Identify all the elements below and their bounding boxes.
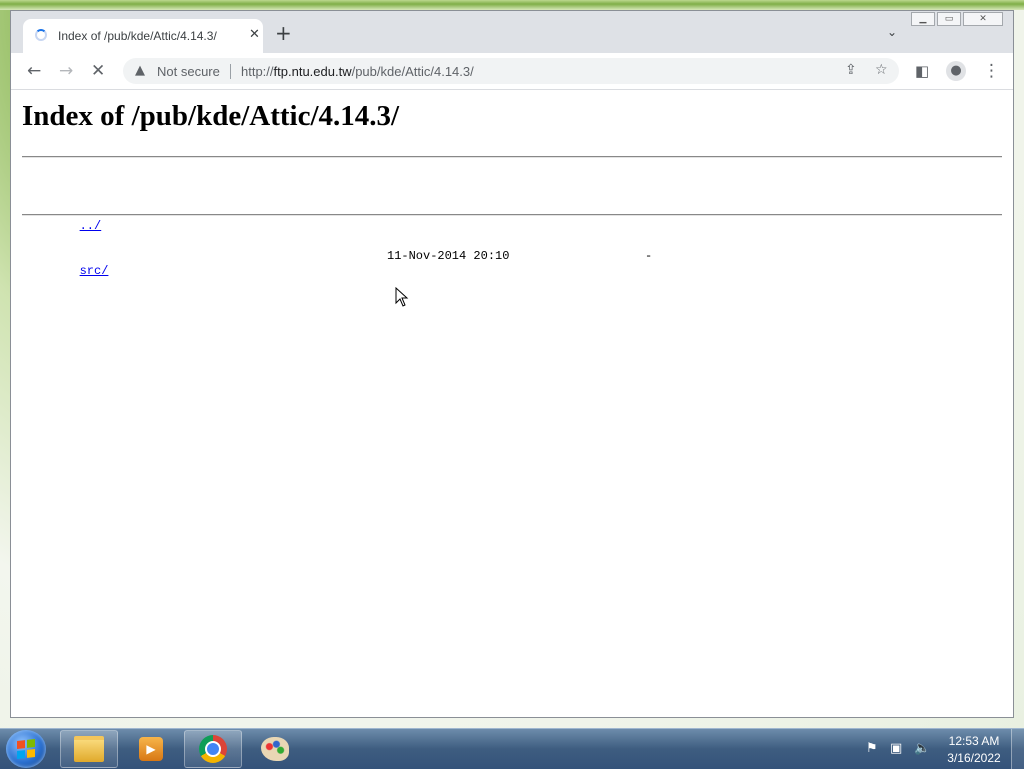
action-center-flag-icon[interactable]: ⚑ [866, 741, 878, 756]
browser-window: ▁ ▭ ✕ Index of /pub/kde/Attic/4.14.3/ ✕ … [10, 10, 1014, 718]
bottom-divider [22, 214, 1002, 216]
url-host: ftp.ntu.edu.tw [273, 64, 352, 79]
volume-icon[interactable]: 🔈 [914, 741, 930, 756]
stop-loading-icon[interactable]: ✕ [91, 61, 105, 81]
security-status[interactable]: Not secure [157, 64, 220, 79]
system-clock[interactable]: 12:53 AM 3/16/2022 [936, 733, 1012, 767]
network-icon[interactable]: ▣ [890, 741, 902, 756]
bookmark-star-icon[interactable]: ☆ [875, 62, 888, 78]
warning-triangle-icon[interactable]: ▲ [135, 63, 145, 78]
taskbar-chrome[interactable] [184, 730, 242, 768]
taskbar-media-player[interactable]: ▶ [122, 730, 180, 768]
folder-icon [74, 736, 104, 762]
share-icon[interactable]: ⇪ [845, 62, 857, 78]
clock-time: 12:53 AM [948, 734, 1000, 748]
desktop-wallpaper [0, 0, 1024, 10]
url-prefix: http:// [241, 64, 274, 79]
browser-toolbar: ← → ✕ ▲ Not secure http://ftp.ntu.edu.tw… [11, 53, 1013, 90]
more-menu-icon[interactable]: ⋮ [983, 61, 1000, 81]
tab-title: Index of /pub/kde/Attic/4.14.3/ [58, 29, 217, 43]
page-content: Index of /pub/kde/Attic/4.14.3/ ../ src/… [11, 90, 1013, 717]
side-panel-icon[interactable]: ◧ [915, 61, 929, 81]
mouse-cursor-icon [395, 287, 409, 307]
media-player-icon: ▶ [139, 737, 163, 761]
window-caption-buttons: ▁ ▭ ✕ [911, 12, 1003, 26]
top-divider [22, 156, 1002, 158]
maximize-button[interactable]: ▭ [937, 12, 961, 26]
parent-directory-link[interactable]: ../ [80, 219, 102, 233]
tab-active[interactable]: Index of /pub/kde/Attic/4.14.3/ ✕ [23, 19, 263, 53]
taskbar: ▶ ⚑ ▣ 🔈 12:53 AM 3/16/2022 [0, 728, 1024, 769]
paint-icon [261, 737, 289, 761]
clock-date: 3/16/2022 [947, 751, 1001, 765]
url-path: /pub/kde/Attic/4.14.3/ [351, 64, 474, 79]
loading-spinner-icon [35, 29, 47, 41]
start-button[interactable] [6, 730, 46, 768]
windows-logo-icon [17, 739, 35, 759]
taskbar-paint[interactable] [246, 730, 304, 768]
url-text[interactable]: http://ftp.ntu.edu.tw/pub/kde/Attic/4.14… [241, 64, 474, 79]
page-title: Index of /pub/kde/Attic/4.14.3/ [22, 100, 400, 132]
tab-search-dropdown-icon[interactable]: ⌄ [887, 25, 897, 39]
back-arrow-icon[interactable]: ← [27, 61, 41, 81]
address-bar[interactable]: ▲ Not secure http://ftp.ntu.edu.tw/pub/k… [123, 58, 899, 84]
list-item: ../ [22, 204, 108, 233]
new-tab-button[interactable]: + [275, 23, 292, 43]
profile-icon[interactable]: ● [946, 61, 966, 81]
forward-arrow-icon[interactable]: → [59, 61, 73, 81]
taskbar-explorer[interactable] [60, 730, 118, 768]
directory-listing: ../ src/ 11-Nov-2014 20:10 - [22, 174, 653, 294]
entry-size: - [645, 249, 653, 263]
show-desktop-button[interactable] [1011, 729, 1024, 769]
tab-close-icon[interactable]: ✕ [249, 27, 260, 42]
entry-date: 11-Nov-2014 20:10 [387, 249, 510, 263]
directory-link-src[interactable]: src/ [80, 264, 109, 278]
omnibox-divider [230, 64, 231, 79]
minimize-button[interactable]: ▁ [911, 12, 935, 26]
list-item: src/ 11-Nov-2014 20:10 - [22, 249, 653, 278]
close-window-button[interactable]: ✕ [963, 12, 1003, 26]
chrome-icon [199, 735, 227, 763]
